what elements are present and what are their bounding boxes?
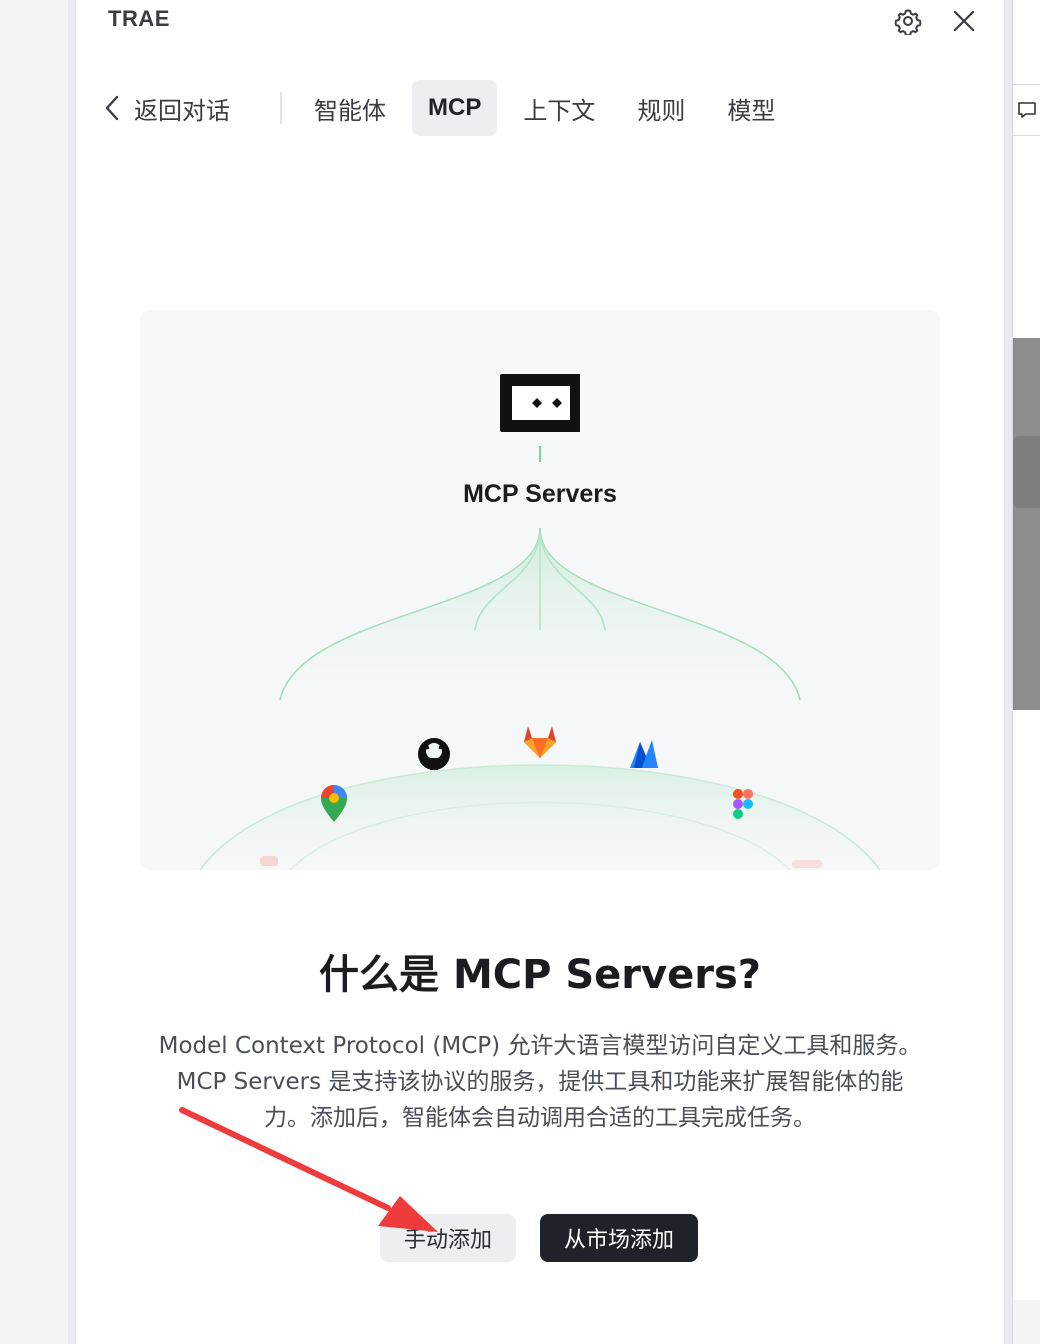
tab-mcp[interactable]: MCP (412, 80, 498, 136)
description-line: Model Context Protocol (MCP) 允许大语言模型访问自定… (158, 1033, 922, 1059)
gear-icon (894, 9, 922, 35)
chat-bubble-icon (1018, 102, 1036, 118)
panel-left-border (68, 0, 76, 1344)
mcp-logo-icon (500, 374, 580, 432)
illustration-graphic (199, 374, 881, 870)
left-background (0, 0, 68, 1344)
hero-title: MCP Servers (463, 480, 617, 508)
chevron-left-icon (105, 95, 119, 121)
github-icon (418, 738, 450, 770)
description: Model Context Protocol (MCP) 允许大语言模型访问自定… (150, 1028, 930, 1136)
back-label: 返回对话 (134, 96, 230, 125)
app-brand: TRAE (108, 6, 170, 31)
page-heading: 什么是 MCP Servers? (319, 952, 761, 998)
settings-nav: 返回对话 智能体 MCP 上下文 规则 模型 (100, 80, 801, 136)
panel-right-border (1004, 0, 1012, 1344)
close-button[interactable] (949, 6, 979, 36)
tab-rules[interactable]: 规则 (621, 80, 701, 136)
right-sidebar (1012, 0, 1040, 1344)
tab-agents[interactable]: 智能体 (298, 80, 402, 136)
description-line: 力。添加后，智能体会自动调用合适的工具完成任务。 (264, 1105, 816, 1131)
market-add-button[interactable]: 从市场添加 (540, 1214, 698, 1262)
description-line: MCP Servers 是支持该协议的服务，提供工具和功能来扩展智能体的能 (176, 1069, 904, 1095)
nav-divider (280, 92, 282, 124)
back-to-chat-button[interactable]: 返回对话 (100, 80, 238, 136)
close-icon (953, 10, 975, 32)
tab-models[interactable]: 模型 (711, 80, 791, 136)
tab-context[interactable]: 上下文 (507, 80, 611, 136)
sidebar-footer (1013, 1300, 1040, 1344)
atlassian-icon (630, 740, 658, 768)
overlay-block (1013, 338, 1040, 710)
gitlab-icon (524, 726, 556, 758)
settings-button[interactable] (893, 6, 923, 36)
chat-toggle[interactable] (1013, 84, 1040, 136)
overlay-tab[interactable] (1013, 436, 1040, 508)
mcp-illustration: MCP Servers (140, 310, 940, 870)
manual-add-button[interactable]: 手动添加 (380, 1214, 516, 1262)
